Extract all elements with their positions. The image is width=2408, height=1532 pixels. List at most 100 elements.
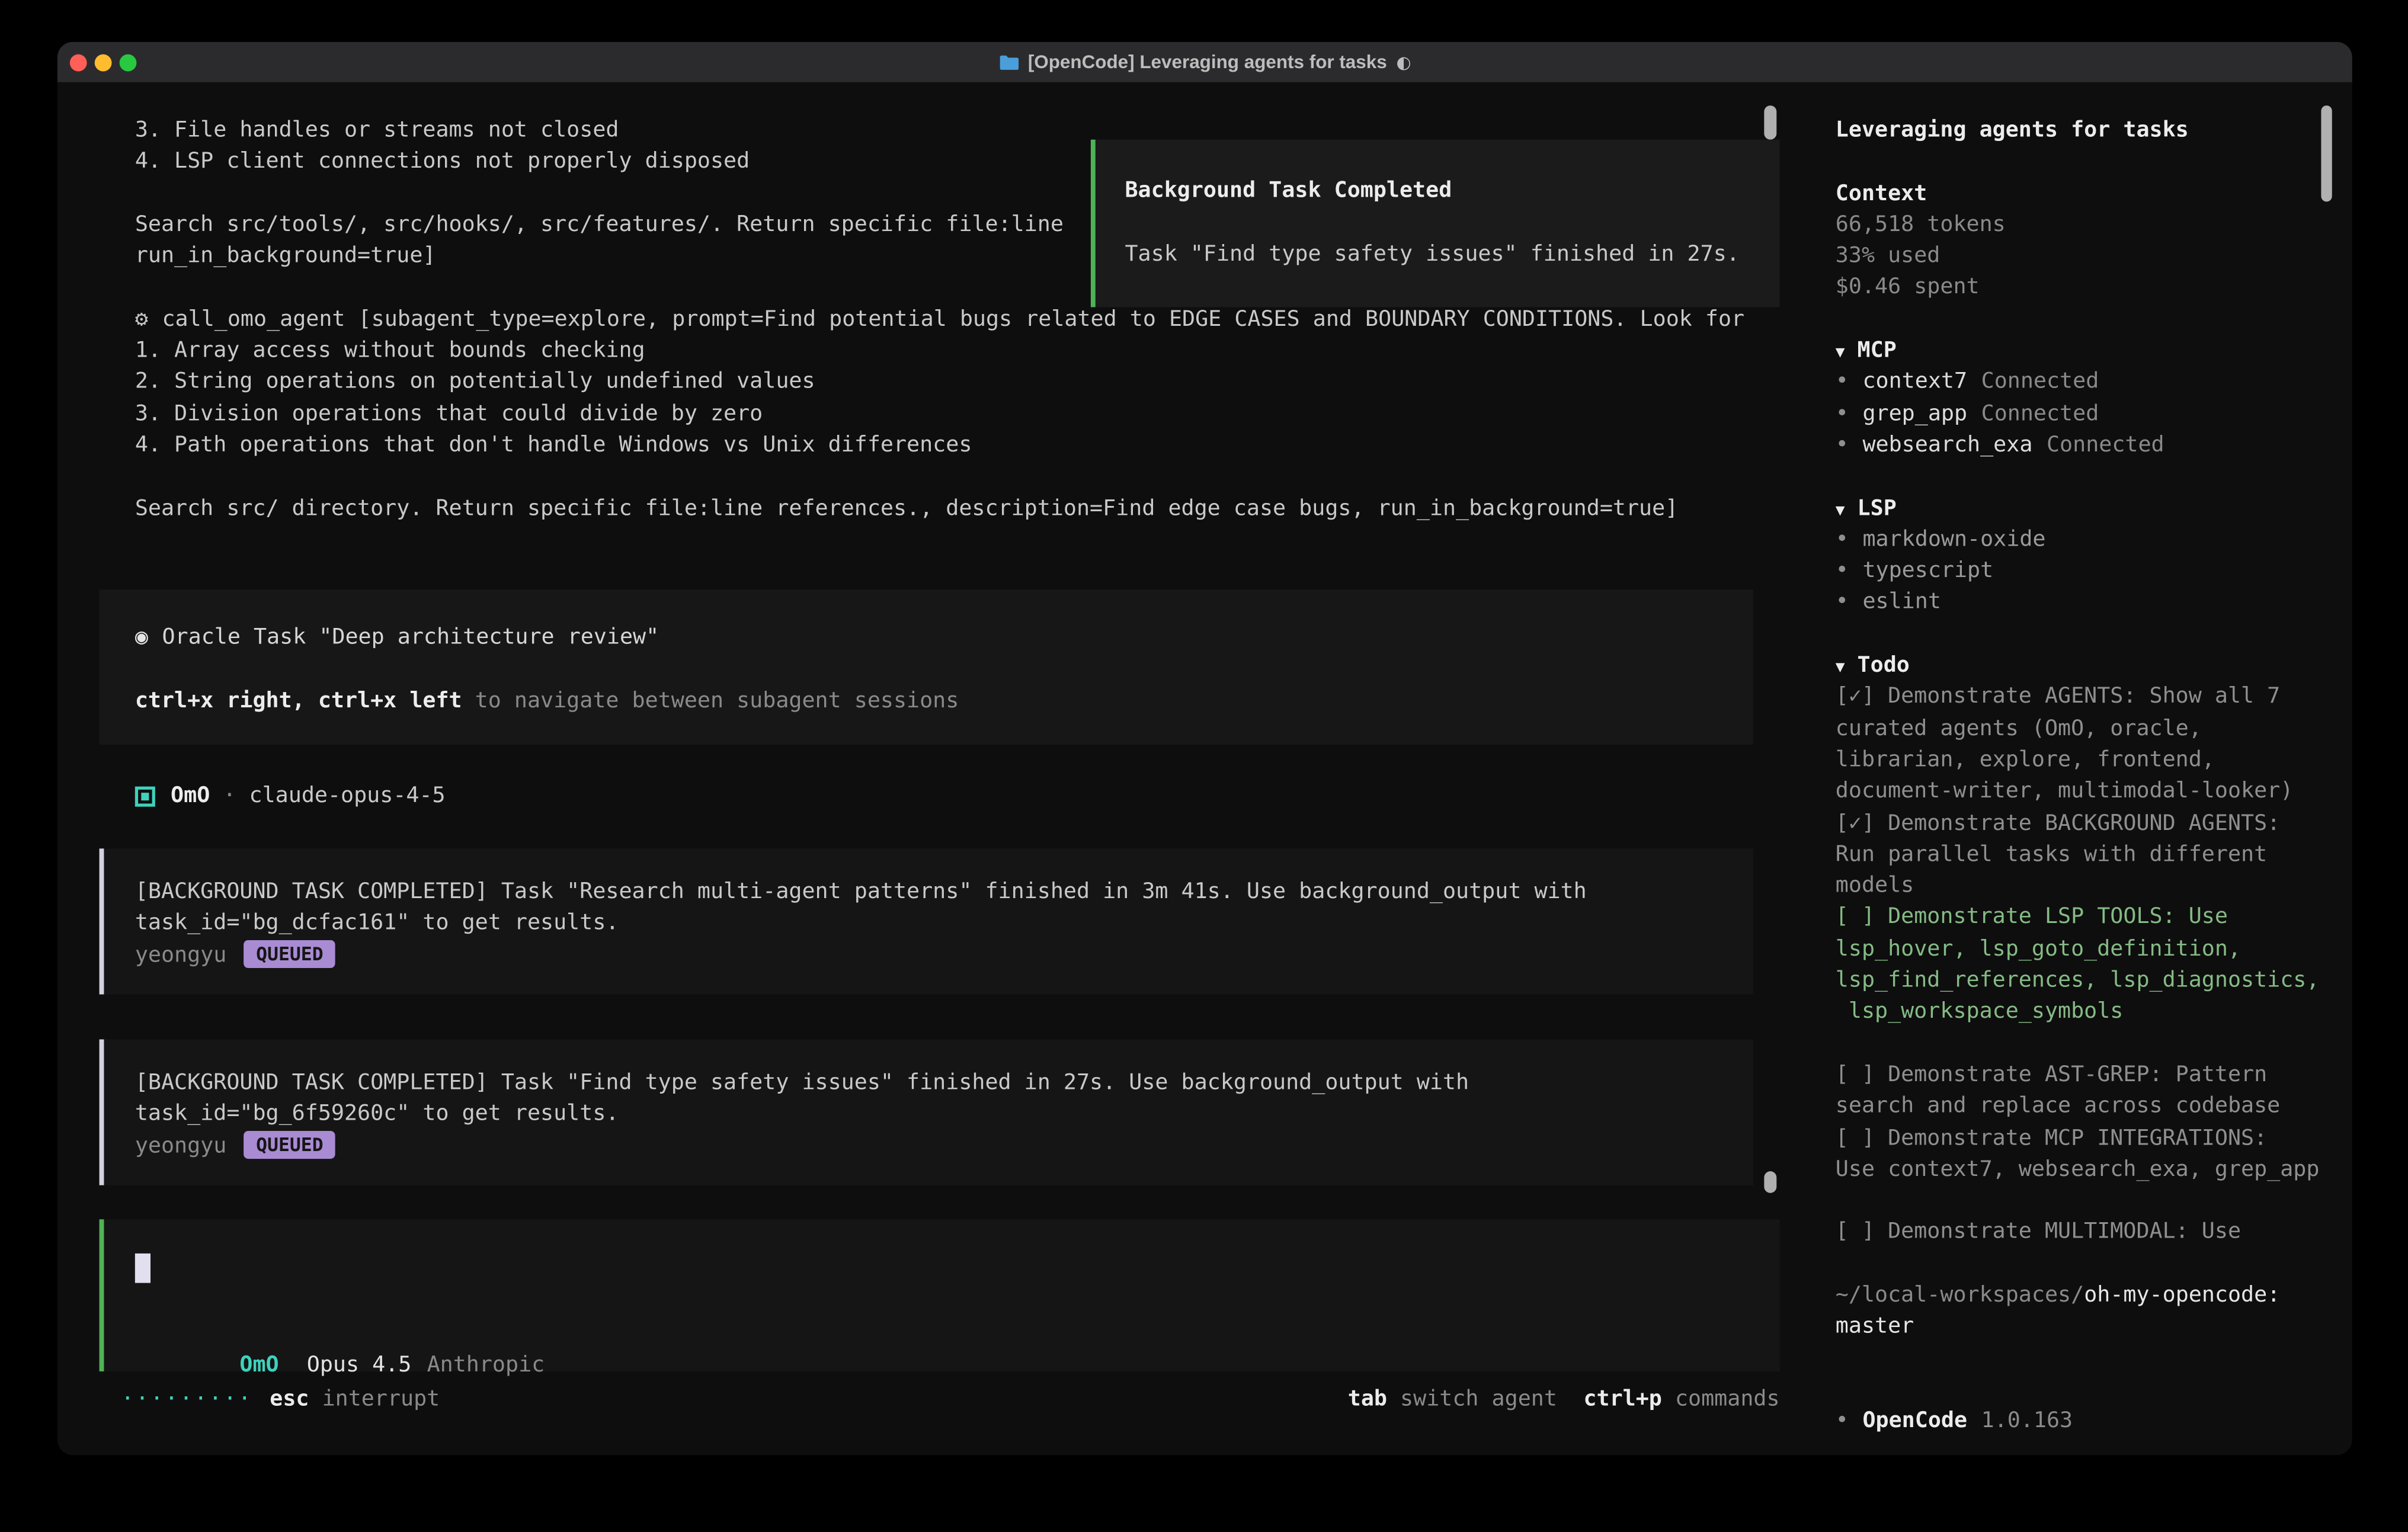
bug-list-line: 1. Array access without bounds checking (135, 335, 1785, 367)
opencode-version-number: 1.0.163 (1981, 1409, 2073, 1434)
window-titlebar[interactable]: [OpenCode] Leveraging agents for tasks ◐ (57, 42, 2352, 82)
folder-icon (998, 53, 1019, 70)
lsp-item: •typescript (1836, 556, 2348, 587)
lsp-section-label: LSP (1858, 496, 1897, 521)
todo-item-line: [ ] Demonstrate MULTIMODAL: Use (1836, 1217, 2348, 1248)
todo-item-line: [ ] Demonstrate AST-GREP: Pattern (1836, 1059, 2348, 1091)
notification-title: Background Task Completed (1125, 175, 1779, 207)
window-title: [OpenCode] Leveraging agents for tasks ◐ (998, 42, 1411, 82)
todo-item-line: Run parallel tasks with different (1836, 839, 2348, 870)
message-block: [BACKGROUND TASK COMPLETED] Task "Find t… (100, 1039, 1753, 1185)
notification-body: Task "Find type safety issues" finished … (1125, 238, 1779, 270)
message-footer: yeongyu QUEUED (135, 940, 1753, 971)
agent-header: OmO · claude-opus-4-5 (135, 780, 446, 812)
agent-name: OmO (171, 780, 210, 812)
background-task-notification: Background Task Completed Task "Find typ… (1091, 140, 1780, 307)
tool-call-line: ⚙call_omo_agent [subagent_type=explore, … (135, 304, 1785, 335)
message-line: [BACKGROUND TASK COMPLETED] Task "Resear… (135, 877, 1753, 908)
agent-model: claude-opus-4-5 (249, 780, 446, 812)
todo-item-line: lsp_hover, lsp_goto_definition, (1836, 934, 2348, 965)
message-block: [BACKGROUND TASK COMPLETED] Task "Resear… (100, 848, 1753, 994)
agent-icon (135, 786, 155, 806)
lsp-item: •eslint (1836, 587, 2348, 618)
active-model-label: Opus 4.5 (307, 1353, 412, 1378)
bug-list-line: 2. String operations on potentially unde… (135, 367, 1785, 398)
oracle-task-title: Oracle Task "Deep architecture review" (162, 625, 659, 650)
separator-dot: · (210, 780, 249, 812)
esc-key-label: interrupt (309, 1384, 440, 1415)
message-line: [BACKGROUND TASK COMPLETED] Task "Find t… (135, 1068, 1753, 1099)
main-scrollbar-thumb[interactable] (1764, 1171, 1776, 1193)
mcp-section-label: MCP (1858, 338, 1897, 363)
context-tokens: 66,518 tokens (1836, 209, 2348, 241)
todo-item-line: document-writer, multimodal-looker) (1836, 776, 2348, 807)
mcp-section-header[interactable]: ▼ MCP (1836, 335, 2348, 367)
provider-label: Anthropic (427, 1353, 545, 1378)
active-agent-label: OmO (239, 1353, 278, 1378)
bullet-icon: • (1836, 527, 1849, 552)
close-window-button[interactable] (70, 53, 87, 70)
message-footer: yeongyu QUEUED (135, 1130, 1753, 1162)
chevron-down-icon: ▼ (1836, 659, 1845, 677)
status-bar-right: tab switch agent ctrl+p commands (1348, 1384, 1780, 1415)
message-line: task_id="bg_dcfac161" to get results. (135, 908, 1753, 940)
todo-section-header[interactable]: ▼ Todo (1836, 650, 2348, 681)
todo-item-line: models (1836, 870, 2348, 902)
todo-section-label: Todo (1858, 653, 1910, 678)
todo-item-line: [ ] Demonstrate MCP INTEGRATIONS: (1836, 1123, 2348, 1154)
status-badge: QUEUED (244, 1130, 335, 1158)
minimize-window-button[interactable] (95, 53, 112, 70)
todo-item-line: [✓] Demonstrate BACKGROUND AGENTS: (1836, 807, 2348, 839)
message-author: yeongyu (135, 943, 227, 967)
mcp-item: •grep_appConnected (1836, 398, 2348, 430)
mcp-item: •context7Connected (1836, 367, 2348, 398)
keybinding-label: ctrl+x right, ctrl+x left (135, 688, 462, 713)
subagent-navigation-hint: ctrl+x right, ctrl+x left to navigate be… (135, 685, 1753, 716)
chevron-down-icon: ▼ (1836, 345, 1845, 362)
terminal-line: Search src/ directory. Return specific f… (135, 493, 1785, 524)
text-cursor (135, 1254, 150, 1283)
opencode-terminal-window: [OpenCode] Leveraging agents for tasks ◐… (57, 42, 2352, 1456)
message-author: yeongyu (135, 1133, 227, 1158)
message-line: task_id="bg_6f59260c" to get results. (135, 1099, 1753, 1130)
bullet-icon: • (1836, 559, 1849, 584)
bullet-icon: • (1836, 370, 1849, 395)
lsp-item: •markdown-oxide (1836, 524, 2348, 556)
oracle-task-title-line: ◉ Oracle Task "Deep architecture review" (135, 622, 1753, 653)
zoom-window-button[interactable] (120, 53, 137, 70)
traffic-lights (70, 42, 137, 82)
todo-item-line: lsp_workspace_symbols (1836, 996, 2348, 1028)
bug-list-line: 3. Division operations that could divide… (135, 398, 1785, 430)
workspace-path: ~/local-workspaces/oh-my-opencode: (1836, 1280, 2348, 1311)
lsp-section-header[interactable]: ▼ LSP (1836, 493, 2348, 524)
session-title: Leveraging agents for tasks (1836, 115, 2348, 146)
opencode-name: OpenCode (1862, 1409, 1967, 1434)
todo-item-line: librarian, explore, frontend, (1836, 745, 2348, 776)
tool-call-text: call_omo_agent [subagent_type=explore, p… (162, 307, 1744, 332)
bullet-icon: • (1836, 1409, 1849, 1434)
bullet-icon: • (1836, 401, 1849, 426)
stage: [OpenCode] Leveraging agents for tasks ◐… (0, 0, 2408, 1532)
prompt-input[interactable]: OmOOpus 4.5Anthropic (100, 1219, 1780, 1371)
main-scrollbar-thumb[interactable] (1764, 105, 1776, 140)
status-bar: ········· esc interrupt tab switch agent… (100, 1384, 1780, 1415)
commands-key-hint: ctrl+p (1583, 1384, 1661, 1415)
todo-item-line: [✓] Demonstrate AGENTS: Show all 7 (1836, 681, 2348, 713)
status-badge: QUEUED (244, 940, 335, 967)
todo-item-line: lsp_find_references, lsp_diagnostics, (1836, 965, 2348, 996)
sidebar: Leveraging agents for tasks Context 66,5… (1813, 82, 2348, 1455)
tab-key-hint: tab (1348, 1384, 1387, 1415)
activity-dots: ········· (121, 1384, 252, 1415)
context-header: Context (1836, 178, 2348, 209)
chevron-down-icon: ▼ (1836, 502, 1845, 519)
tab-key-label: switch agent (1387, 1384, 1557, 1415)
bug-list-line: 4. Path operations that don't handle Win… (135, 430, 1785, 461)
esc-key-hint: esc (270, 1384, 309, 1415)
window-title-text: [OpenCode] Leveraging agents for tasks (1028, 51, 1387, 73)
commands-key-label: commands (1662, 1384, 1780, 1415)
mcp-item: •websearch_exaConnected (1836, 430, 2348, 461)
spinner-icon: ◉ (135, 625, 148, 650)
bullet-icon: • (1836, 433, 1849, 458)
todo-item-line: [ ] Demonstrate LSP TOOLS: Use (1836, 902, 2348, 934)
opencode-version: • OpenCode 1.0.163 (1836, 1406, 2348, 1437)
